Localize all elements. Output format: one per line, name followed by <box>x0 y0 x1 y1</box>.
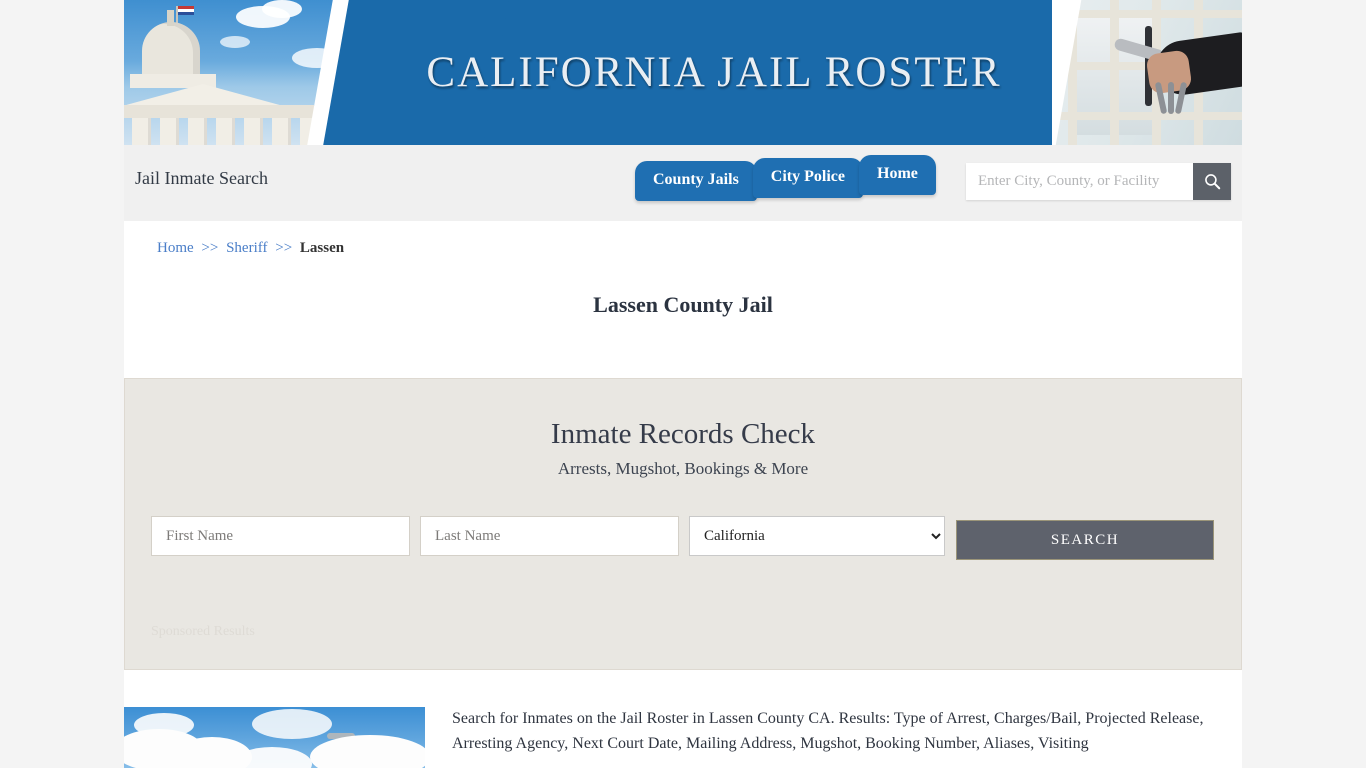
sponsored-subheading: Arrests, Mugshot, Bookings & More <box>557 459 809 478</box>
cloud-shape <box>252 709 332 739</box>
inmate-search-button[interactable]: SEARCH <box>956 520 1214 560</box>
breadcrumb-separator: >> <box>275 240 293 256</box>
search-submit-button[interactable] <box>1193 163 1231 200</box>
breadcrumb-current: Lassen <box>299 240 345 256</box>
page-root: CALIFORNIA JAIL ROSTER Jail Inmate Searc… <box>0 0 1366 768</box>
breadcrumb-separator: >> <box>201 240 219 256</box>
breadcrumb-link-sheriff[interactable]: Sheriff <box>226 240 267 256</box>
capitol-dome-shape <box>142 10 200 80</box>
article-text: Search for Inmates on the Jail Roster in… <box>452 710 1204 752</box>
search-icon <box>1204 174 1220 190</box>
breadcrumb-link-home[interactable]: Home <box>157 240 194 256</box>
jail-door-photo <box>1052 0 1242 145</box>
site-brand[interactable]: Jail Inmate Search <box>135 168 268 189</box>
article-image <box>124 707 425 768</box>
last-name-input[interactable] <box>420 516 679 556</box>
sponsored-heading: Inmate Records Check <box>550 418 816 450</box>
banner-title: CALIFORNIA JAIL ROSTER <box>426 49 1002 96</box>
site-search <box>966 163 1231 200</box>
cloud-shape <box>310 735 425 768</box>
keys-icon <box>1154 81 1190 118</box>
breadcrumb: Home >> Sheriff >> Lassen <box>157 240 344 257</box>
first-name-input[interactable] <box>151 516 410 556</box>
capitol-entablature-shape <box>124 105 314 118</box>
page-title: Lassen County Jail <box>593 292 773 317</box>
capitol-columns-shape <box>124 118 319 145</box>
cloud-shape <box>262 0 302 18</box>
cloud-shape <box>220 36 250 48</box>
sponsored-search-panel: Inmate Records Check Arrests, Mugshot, B… <box>124 378 1242 670</box>
state-select[interactable]: California <box>689 516 945 556</box>
search-input[interactable] <box>966 163 1193 200</box>
nav-tab-city-police[interactable]: City Police <box>752 158 863 198</box>
nav-tab-county-jails[interactable]: County Jails <box>635 161 757 201</box>
article-section: Search for Inmates on the Jail Roster in… <box>124 707 1242 768</box>
inmate-search-form: California SEARCH <box>151 516 1217 560</box>
main-content: Home >> Sheriff >> Lassen Lassen County … <box>124 221 1242 768</box>
site-banner: CALIFORNIA JAIL ROSTER <box>124 0 1242 145</box>
flag-icon <box>178 6 194 15</box>
capitol-photo <box>124 0 339 145</box>
nav-tab-home[interactable]: Home <box>859 155 936 195</box>
nav-tab-list: County Jails City Police Home <box>635 155 936 201</box>
sponsored-results-label: Sponsored Results <box>151 624 255 639</box>
navigation-bar: Jail Inmate Search County Jails City Pol… <box>124 145 1242 221</box>
